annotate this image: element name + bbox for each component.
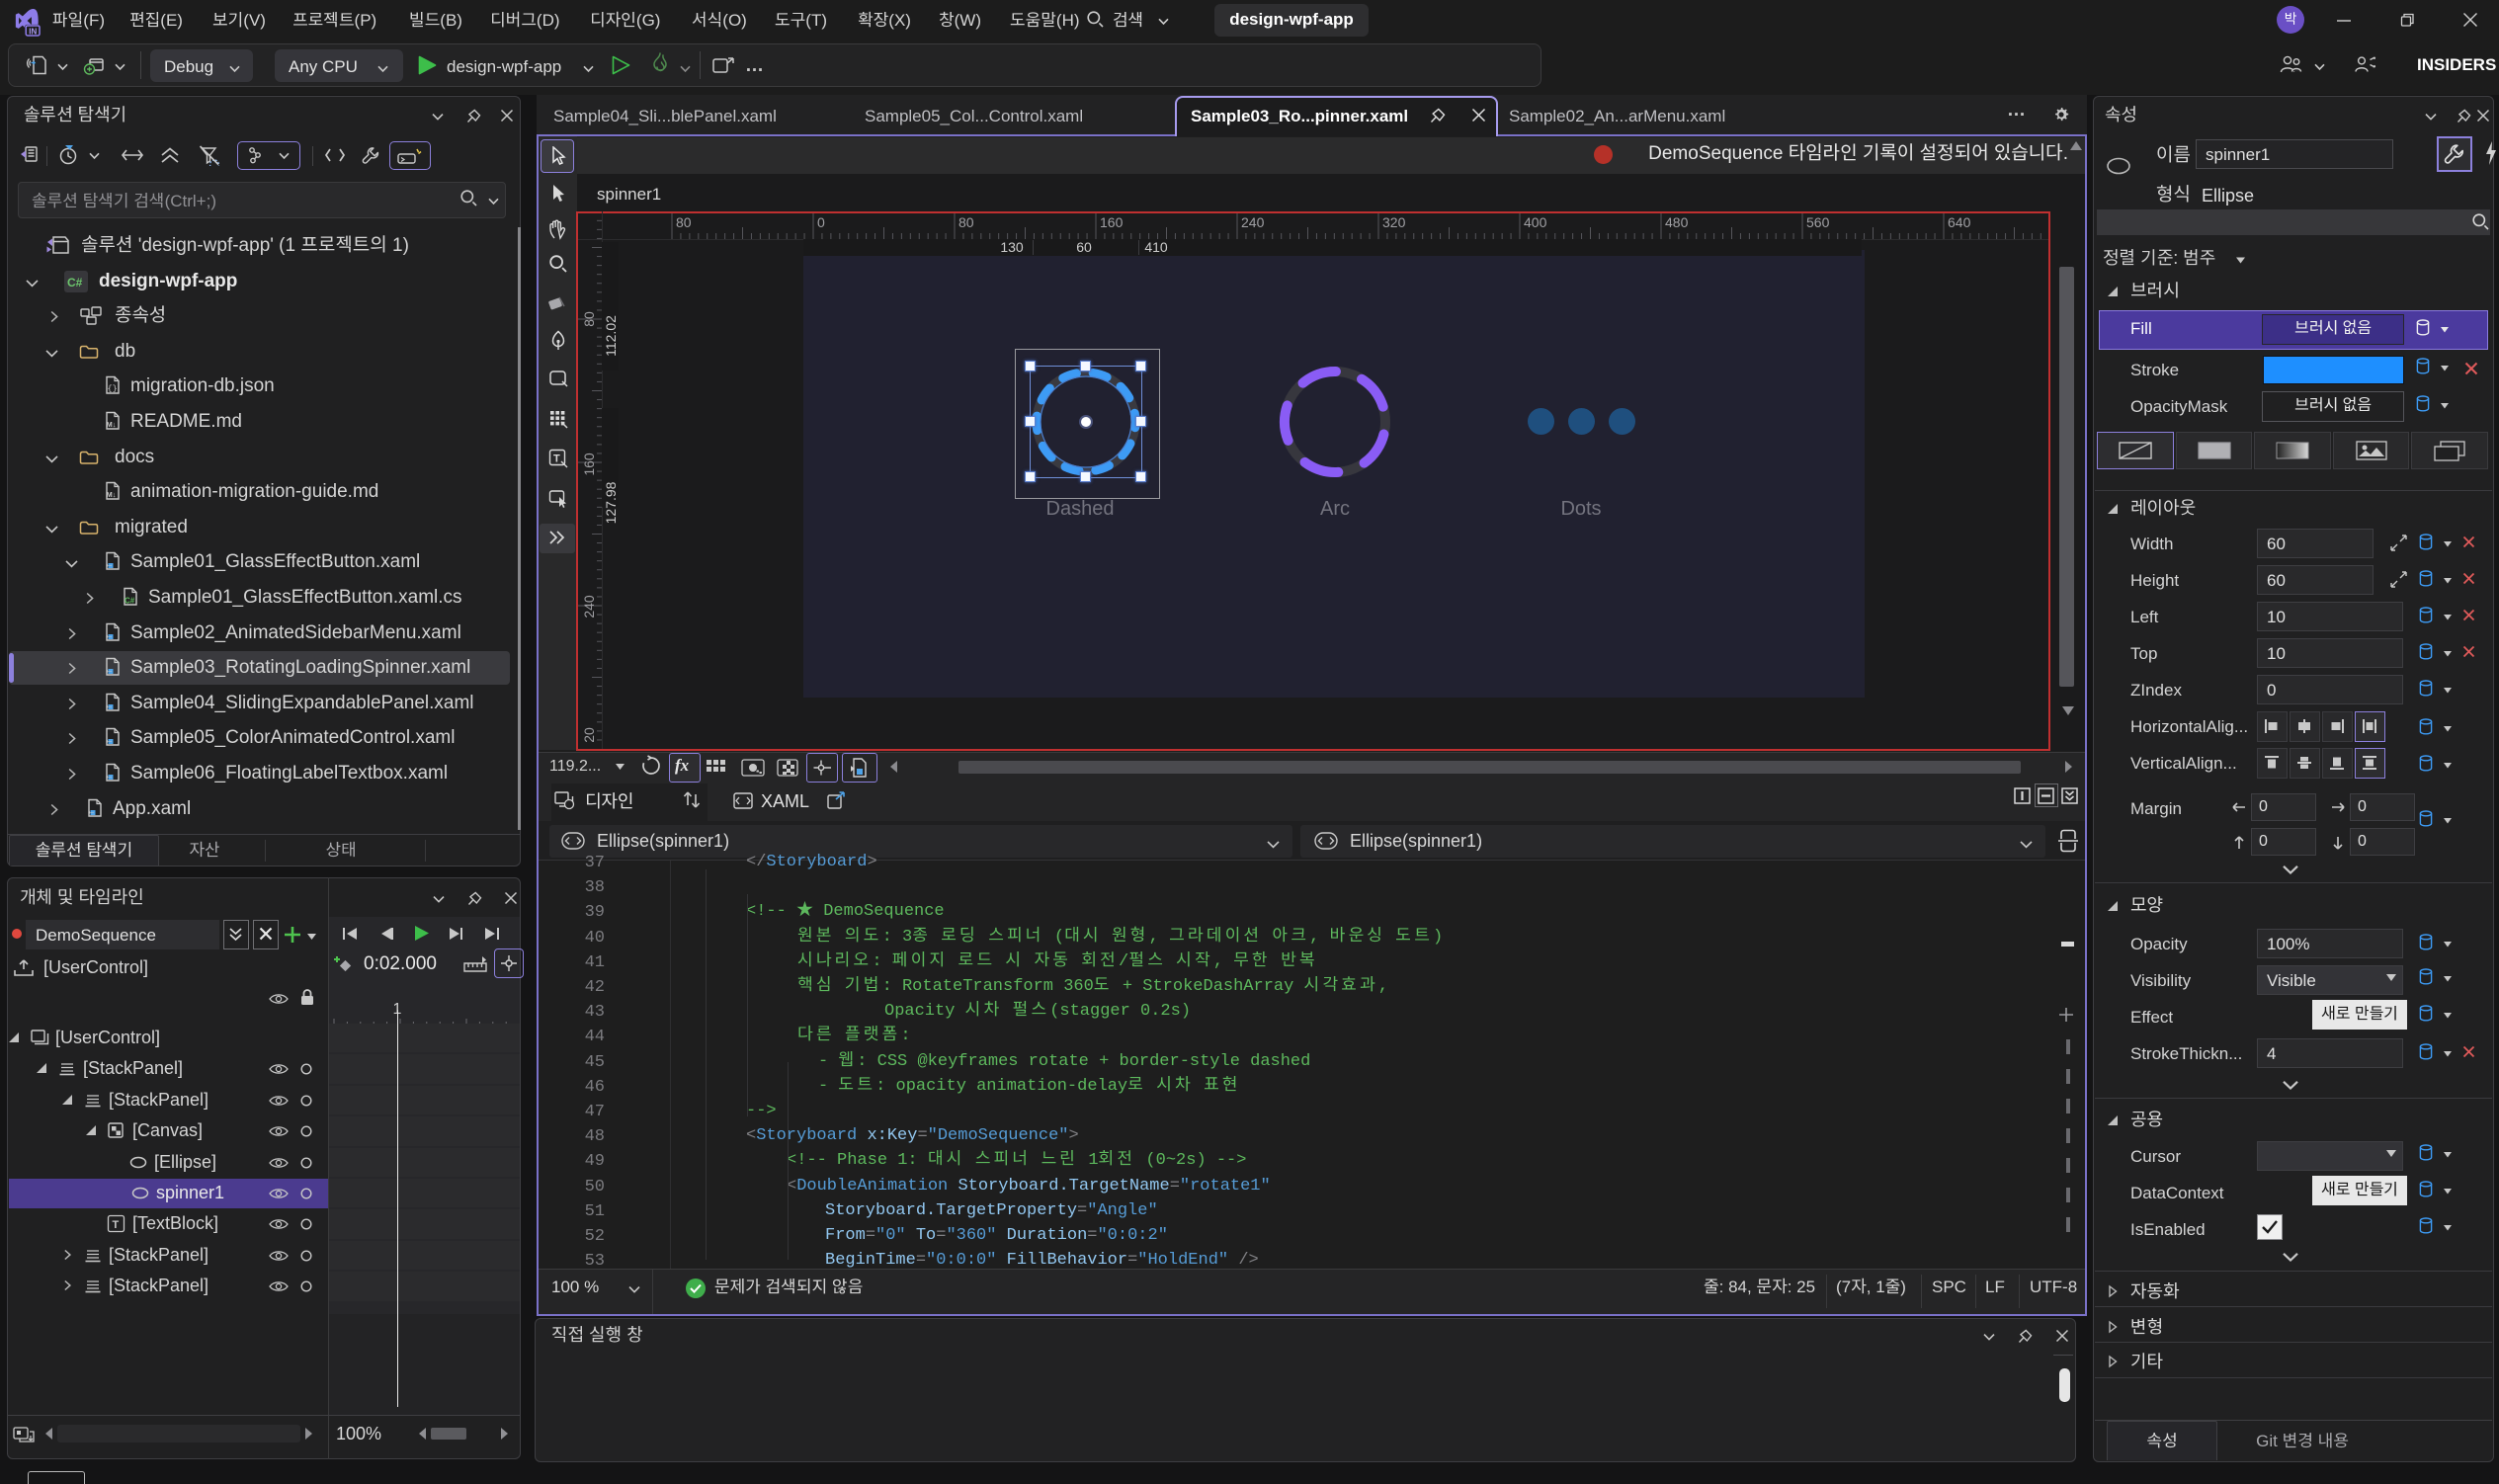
svg-text:M↓: M↓ [107,490,117,499]
svg-text:⭠: ⭠ [88,807,95,816]
svg-text:⭠: ⭠ [106,631,113,640]
svg-text:M↓: M↓ [107,420,117,429]
svg-text:T: T [113,1219,120,1231]
svg-text:⭠: ⭠ [106,561,113,570]
svg-text:IN: IN [29,27,37,36]
svg-text:⭠: ⭠ [106,667,113,676]
svg-text:C#: C# [125,597,135,606]
svg-text:T: T [553,453,560,465]
svg-text:⭠: ⭠ [106,773,113,782]
svg-text:⭠: ⭠ [106,701,113,710]
svg-text:{}: {} [108,384,118,394]
svg-text:⭠: ⭠ [106,737,113,746]
svg-text:C#: C# [67,276,83,289]
